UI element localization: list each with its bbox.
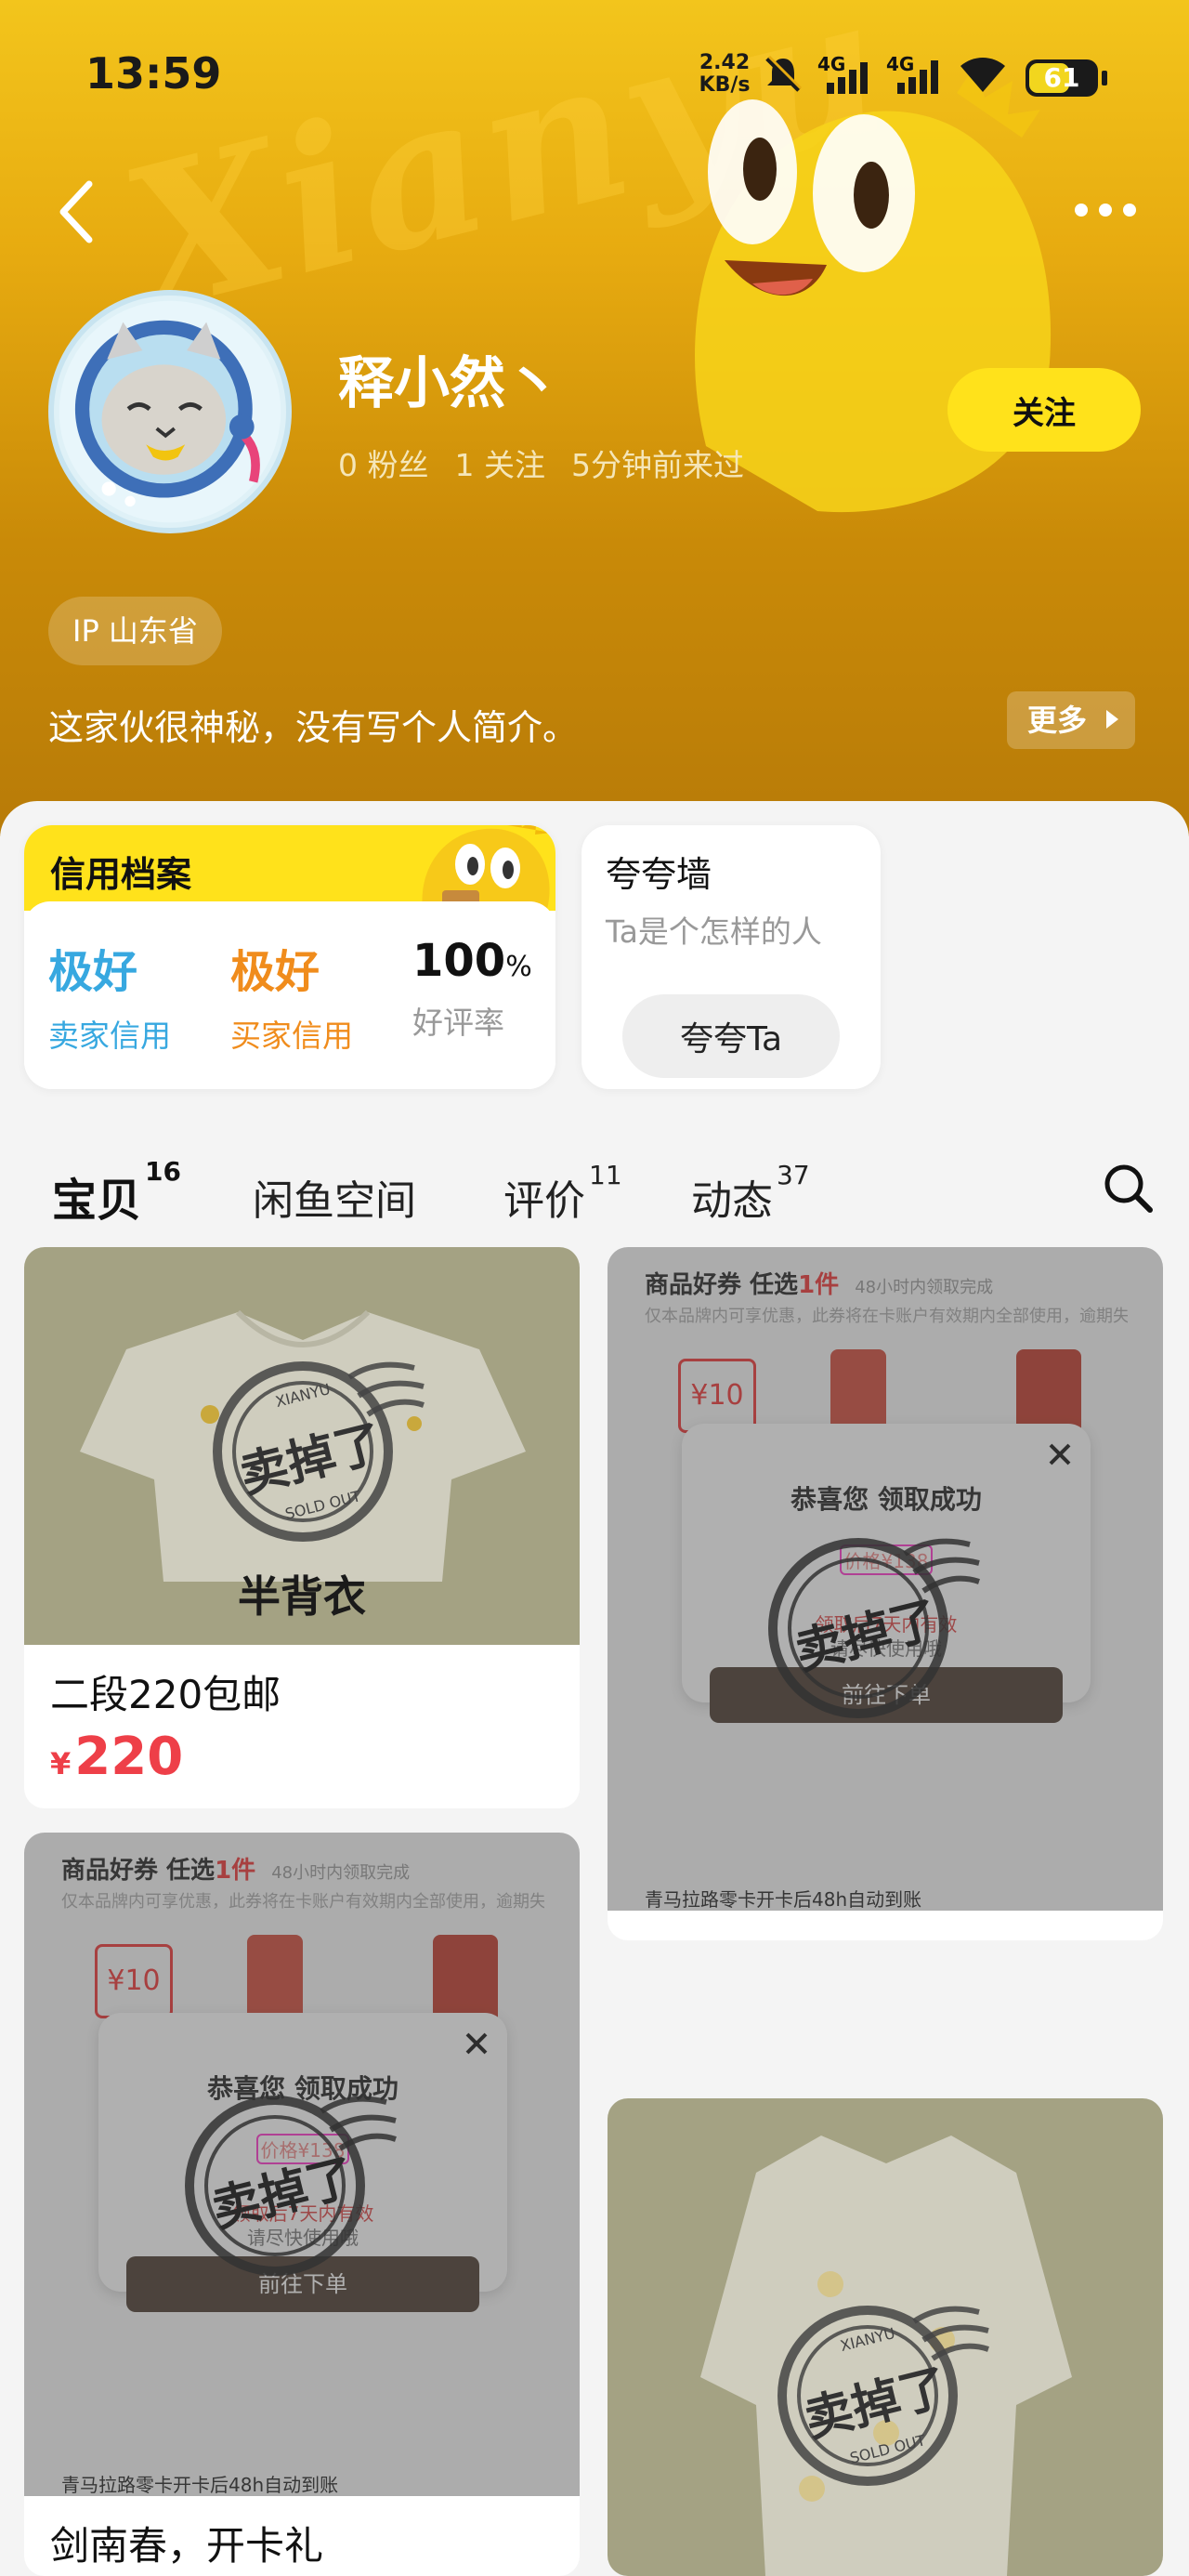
signal-1: 4G <box>817 53 873 96</box>
product-card[interactable]: 商品好券 任选1件 48小时内领取完成 仅本品牌内可享优惠，此券将在卡账户有效期… <box>24 1833 580 2576</box>
avatar[interactable] <box>48 290 292 533</box>
sold-out-stamp: 卖掉了 XIANYU SOLD OUT <box>210 1340 433 1548</box>
status-time: 13:59 <box>85 48 222 99</box>
net-speed: 2.42 KB/s <box>699 51 751 97</box>
status-bar: 13:59 2.42 KB/s 4G 4G 61 <box>0 0 1189 158</box>
image-caption: 半背衣 <box>238 1571 366 1622</box>
sold-out-stamp: 卖掉了 <box>765 1517 988 1725</box>
user-stats: 0 粉丝 1 关注 5分钟前来过 <box>338 440 744 485</box>
mute-icon <box>765 55 803 92</box>
product-card[interactable]: 半背衣 二段220包邮 ¥220 卖掉了 XIANYU SOLD OUT <box>24 1247 580 1808</box>
good-review-rate: 100% 好评率 <box>412 935 532 1041</box>
product-name: 剑南春，开卡礼 <box>50 2523 324 2569</box>
sold-out-stamp: 卖掉了 <box>182 2074 405 2282</box>
search-icon[interactable] <box>1102 1162 1154 1214</box>
profile-content: 信用档案 极好 卖家信用 极好 买家信用 100% 好评率 夸夸墙 Ta是个怎样… <box>0 801 1189 2576</box>
praise-wall-title: 夸夸墙 <box>606 854 712 895</box>
credit-card-header: 信用档案 <box>24 825 555 918</box>
wifi-icon <box>960 58 1005 92</box>
profile-tabs: 宝贝16 闲鱼空间 评价11 动态37 <box>0 1145 1189 1238</box>
fans-count[interactable]: 0 粉丝 <box>338 440 429 485</box>
signal-bars-icon <box>827 62 868 94</box>
credit-title: 信用档案 <box>50 854 192 895</box>
last-seen: 5分钟前来过 <box>571 447 744 483</box>
praise-wall-subtitle: Ta是个怎样的人 <box>606 913 822 950</box>
tab-xianyu-space[interactable]: 闲鱼空间 <box>253 1167 416 1227</box>
ip-location-tag: IP 山东省 <box>48 597 222 665</box>
follow-button[interactable]: 关注 <box>947 368 1141 452</box>
user-bio: 这家伙很神秘，没有写个人简介。 <box>48 707 579 748</box>
triangle-right-icon <box>1106 710 1118 729</box>
battery-icon: 61 <box>1026 59 1098 97</box>
sold-out-stamp: 卖掉了 XIANYU SOLD OUT <box>775 2284 998 2492</box>
back-arrow-icon[interactable] <box>52 175 104 249</box>
profile-header: Xianyu 13:59 2.42 KB/s 4G 4G 61 释小然丶 0 粉… <box>0 0 1189 836</box>
bio-more-button[interactable]: 更多 <box>1007 691 1135 749</box>
product-card[interactable]: 商品好券 任选1件 48小时内领取完成 仅本品牌内可享优惠，此券将在卡账户有效期… <box>608 1247 1163 1940</box>
signal-bars-icon <box>897 60 938 94</box>
avatar-cat-astronaut <box>59 300 281 523</box>
tab-reviews[interactable]: 评价11 <box>503 1160 622 1227</box>
following-count[interactable]: 1 关注 <box>455 440 546 485</box>
tab-activity[interactable]: 动态37 <box>691 1160 810 1227</box>
seller-credit: 极好 卖家信用 <box>48 946 171 1054</box>
product-card[interactable]: 卖掉了 XIANYU SOLD OUT <box>608 2098 1163 2576</box>
credit-profile-card[interactable]: 信用档案 极好 卖家信用 极好 买家信用 100% 好评率 <box>24 825 555 1089</box>
battery-tip <box>1102 71 1107 85</box>
praise-wall-card[interactable]: 夸夸墙 Ta是个怎样的人 夸夸Ta <box>581 825 881 1089</box>
buyer-credit: 极好 买家信用 <box>230 946 353 1054</box>
product-price: ¥220 <box>50 1727 184 1787</box>
more-dots-icon[interactable] <box>1068 191 1143 229</box>
praise-button[interactable]: 夸夸Ta <box>622 994 840 1078</box>
product-name: 剑南春，开卡礼 <box>634 1931 907 1940</box>
product-name: 二段220包邮 <box>50 1672 281 1717</box>
tab-items[interactable]: 宝贝16 <box>52 1156 181 1229</box>
credit-card-body: 极好 卖家信用 极好 买家信用 100% 好评率 <box>24 901 555 1089</box>
username: 释小然丶 <box>338 351 561 416</box>
signal-2: 4G <box>886 53 944 96</box>
status-icons: 4G 4G <box>762 52 1009 97</box>
